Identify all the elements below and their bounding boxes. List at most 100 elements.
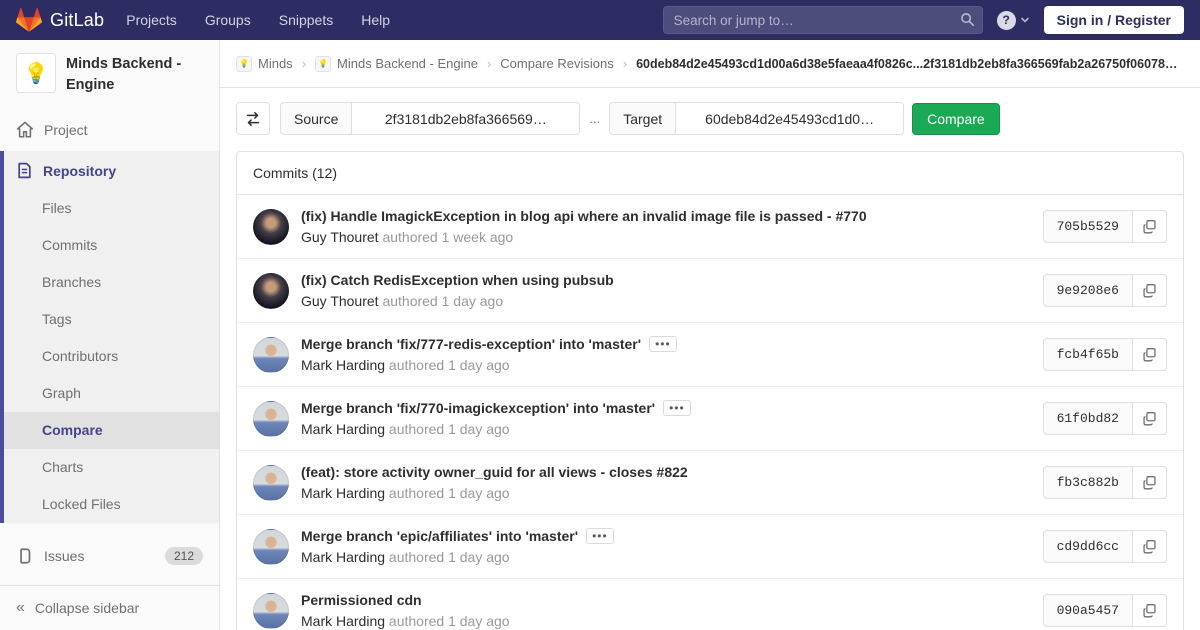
breadcrumb-label: Minds Backend - Engine	[337, 56, 478, 71]
copy-sha-button[interactable]	[1133, 210, 1167, 243]
help-menu[interactable]: ?	[996, 10, 1030, 30]
expand-commit-message-button[interactable]: •••	[663, 400, 691, 416]
copy-icon	[1143, 540, 1156, 554]
copy-icon	[1143, 412, 1156, 426]
commit-text: Permissioned cdn ••• Mark Harding author…	[301, 592, 1029, 629]
search-icon[interactable]	[960, 12, 975, 27]
sidebar-item-label: Issues	[44, 548, 85, 565]
avatar	[253, 528, 289, 565]
commit-text: (feat): store activity owner_guid for al…	[301, 464, 1029, 501]
sidebar-subitem[interactable]: Branches	[4, 264, 219, 301]
collapse-sidebar-button[interactable]: « Collapse sidebar	[0, 585, 219, 630]
copy-sha-button[interactable]	[1133, 338, 1167, 371]
compare-button[interactable]: Compare	[912, 102, 1000, 135]
sidebar-subitem[interactable]: Contributors	[4, 338, 219, 375]
gitlab-logo[interactable]: GitLab	[16, 7, 104, 33]
source-revision-input[interactable]	[352, 102, 581, 135]
avatar	[253, 208, 289, 245]
commit-text: Merge branch 'fix/770-imagickexception' …	[301, 400, 1029, 437]
commit-sha-group: 090a5457	[1042, 594, 1167, 627]
copy-sha-button[interactable]	[1133, 594, 1167, 627]
sidebar-subitem[interactable]: Compare	[4, 412, 219, 450]
commit-author-link[interactable]: Mark Harding	[301, 421, 385, 437]
sidebar-item-project[interactable]: Project	[0, 109, 219, 151]
breadcrumb-item[interactable]: 💡 Minds Backend - Engine	[315, 55, 478, 72]
navbar-link[interactable]: Snippets	[279, 12, 333, 28]
commit-sha-link[interactable]: fb3c882b	[1042, 466, 1133, 499]
copy-sha-button[interactable]	[1133, 402, 1167, 435]
commit-author-link[interactable]: Guy Thouret	[301, 229, 379, 245]
commit-author-link[interactable]: Mark Harding	[301, 485, 385, 501]
copy-sha-button[interactable]	[1133, 466, 1167, 499]
navbar-links: Projects Groups Snippets Help	[126, 12, 390, 28]
expand-commit-message-button[interactable]: •••	[586, 528, 614, 544]
copy-sha-button[interactable]	[1133, 274, 1167, 307]
commit-author-link[interactable]: Mark Harding	[301, 613, 385, 629]
swap-revisions-button[interactable]	[236, 102, 270, 135]
target-input-group: Target	[609, 102, 905, 135]
commit-sha-link[interactable]: 705b5529	[1042, 210, 1133, 243]
expand-commit-message-button[interactable]: •••	[649, 336, 677, 352]
commit-title-link[interactable]: Merge branch 'fix/770-imagickexception' …	[301, 400, 655, 416]
copy-sha-button[interactable]	[1133, 530, 1167, 563]
commit-sha-link[interactable]: fcb4f65b	[1042, 338, 1133, 371]
commit-title-link[interactable]: Merge branch 'fix/777-redis-exception' i…	[301, 336, 641, 352]
sign-in-button[interactable]: Sign in / Register	[1043, 6, 1184, 34]
sidebar-subitem[interactable]: Commits	[4, 227, 219, 264]
target-revision-input[interactable]	[676, 102, 905, 135]
commit-meta: Mark Harding authored 1 day ago	[301, 357, 1029, 373]
project-title: Minds Backend - Engine	[66, 56, 182, 94]
sidebar-item-issues[interactable]: Issues 212	[0, 535, 219, 577]
commit-title-link[interactable]: Merge branch 'epic/affiliates' into 'mas…	[301, 528, 578, 544]
sidebar-item-label: Project	[44, 122, 88, 139]
commit-author-link[interactable]: Mark Harding	[301, 549, 385, 565]
navbar-link[interactable]: Help	[361, 12, 390, 28]
commit-meta: Guy Thouret authored 1 week ago	[301, 229, 1029, 245]
commit-title-link[interactable]: (feat): store activity owner_guid for al…	[301, 464, 688, 480]
breadcrumb-avatar: 💡	[315, 55, 332, 72]
project-context-header[interactable]: 💡 Minds Backend - Engine	[0, 40, 219, 109]
commit-author-link[interactable]: Mark Harding	[301, 357, 385, 373]
commit-title-link[interactable]: (fix) Catch RedisException when using pu…	[301, 272, 614, 288]
navbar-link[interactable]: Groups	[205, 12, 251, 28]
commit-time: authored 1 week ago	[382, 229, 514, 245]
breadcrumb-label: Compare Revisions	[500, 56, 614, 71]
breadcrumb-item[interactable]: 💡 Compare Revisions	[500, 56, 613, 71]
breadcrumb-avatar: 💡	[236, 55, 252, 72]
commit-title-link[interactable]: Permissioned cdn	[301, 592, 422, 608]
commit-sha-link[interactable]: 9e9208e6	[1042, 274, 1133, 307]
commit-text: (fix) Handle ImagickException in blog ap…	[301, 208, 1029, 245]
sidebar-subitem[interactable]: Charts	[4, 449, 219, 486]
sidebar-subitem[interactable]: Tags	[4, 301, 219, 338]
project-avatar: 💡	[16, 53, 56, 93]
commit-time: authored 1 day ago	[388, 485, 510, 501]
commit-sha-link[interactable]: 090a5457	[1042, 594, 1133, 627]
breadcrumb-item[interactable]: 💡 Minds	[236, 55, 293, 72]
commit-sha-link[interactable]: cd9dd6cc	[1042, 530, 1133, 563]
copy-icon	[1143, 220, 1156, 234]
gitlab-app: GitLab Projects Groups Snippets Help Sea…	[0, 0, 1200, 630]
commit-author-link[interactable]: Guy Thouret	[301, 293, 379, 309]
sidebar-item-repository[interactable]: Repository	[4, 151, 219, 190]
commit-sha-group: fb3c882b	[1042, 466, 1167, 499]
navbar-link[interactable]: Projects	[126, 12, 177, 28]
sidebar-subitem[interactable]: Files	[4, 190, 219, 227]
issues-count-badge: 212	[164, 547, 203, 566]
commit-sha-group: 9e9208e6	[1042, 274, 1167, 307]
commit-title-link[interactable]: (fix) Handle ImagickException in blog ap…	[301, 208, 867, 224]
commit-sha-link[interactable]: 61f0bd82	[1042, 402, 1133, 435]
search-input[interactable]	[662, 6, 983, 34]
commit-sha-group: fcb4f65b	[1042, 338, 1167, 371]
help-icon: ?	[996, 10, 1016, 30]
avatar	[253, 464, 289, 501]
sidebar-subitem[interactable]: Graph	[4, 375, 219, 412]
commit-row: (feat): store activity owner_guid for al…	[237, 451, 1183, 515]
commit-sha-group: 705b5529	[1042, 210, 1167, 243]
commit-row: Permissioned cdn ••• Mark Harding author…	[237, 579, 1183, 630]
copy-icon	[1143, 476, 1156, 490]
issues-icon	[20, 548, 31, 564]
sidebar-subitem[interactable]: Locked Files	[4, 486, 219, 523]
sidebar-item-label: Repository	[43, 162, 117, 179]
commits-header: Commits (12)	[237, 152, 1183, 195]
commit-time: authored 1 day ago	[388, 357, 510, 373]
